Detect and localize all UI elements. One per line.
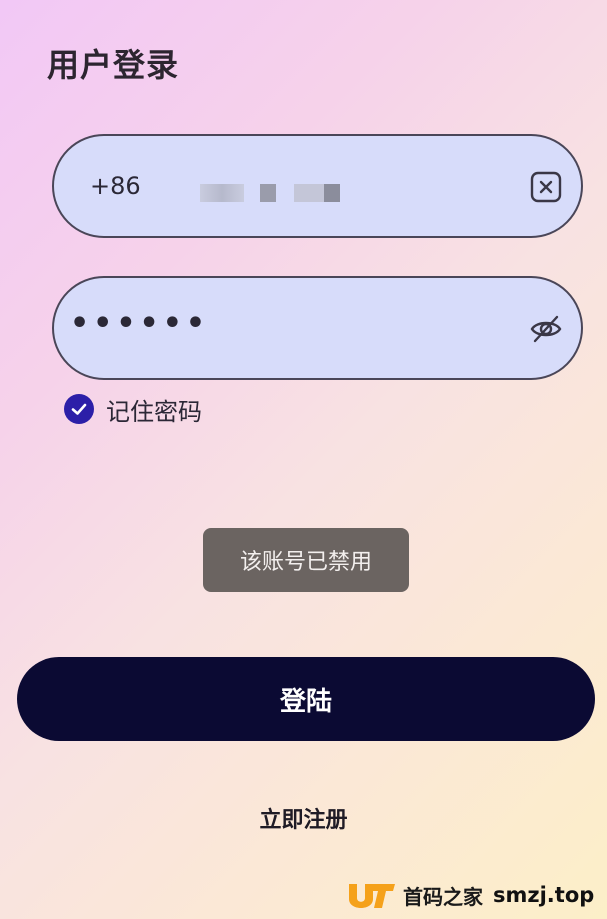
remember-password-checkbox[interactable]: 记住密码 <box>64 392 202 427</box>
remember-password-label[interactable]: 记住密码 <box>106 392 202 427</box>
password-value: •••••• <box>70 306 210 341</box>
check-icon[interactable] <box>64 394 94 424</box>
watermark-brand-cn: 首码之家 <box>403 884 483 909</box>
watermark: 首码之家 smzj.top <box>345 876 595 914</box>
register-link[interactable]: 立即注册 <box>0 802 607 834</box>
page-title: 用户登录 <box>47 46 180 84</box>
masked-phone-digits <box>294 184 324 202</box>
password-input[interactable]: •••••• <box>52 276 583 380</box>
masked-phone-digits <box>200 184 244 202</box>
eye-off-icon[interactable] <box>529 312 563 346</box>
close-icon[interactable] <box>529 170 563 204</box>
country-code-prefix[interactable]: +86 <box>90 172 141 200</box>
brand-logo-icon <box>345 878 397 912</box>
toast-message: 该账号已禁用 <box>203 528 409 592</box>
phone-input[interactable]: +86 <box>52 134 583 238</box>
login-button[interactable]: 登陆 <box>17 657 595 741</box>
masked-phone-digits <box>260 184 276 202</box>
watermark-brand-en: smzj.top <box>493 883 595 907</box>
masked-phone-digits <box>324 184 340 202</box>
